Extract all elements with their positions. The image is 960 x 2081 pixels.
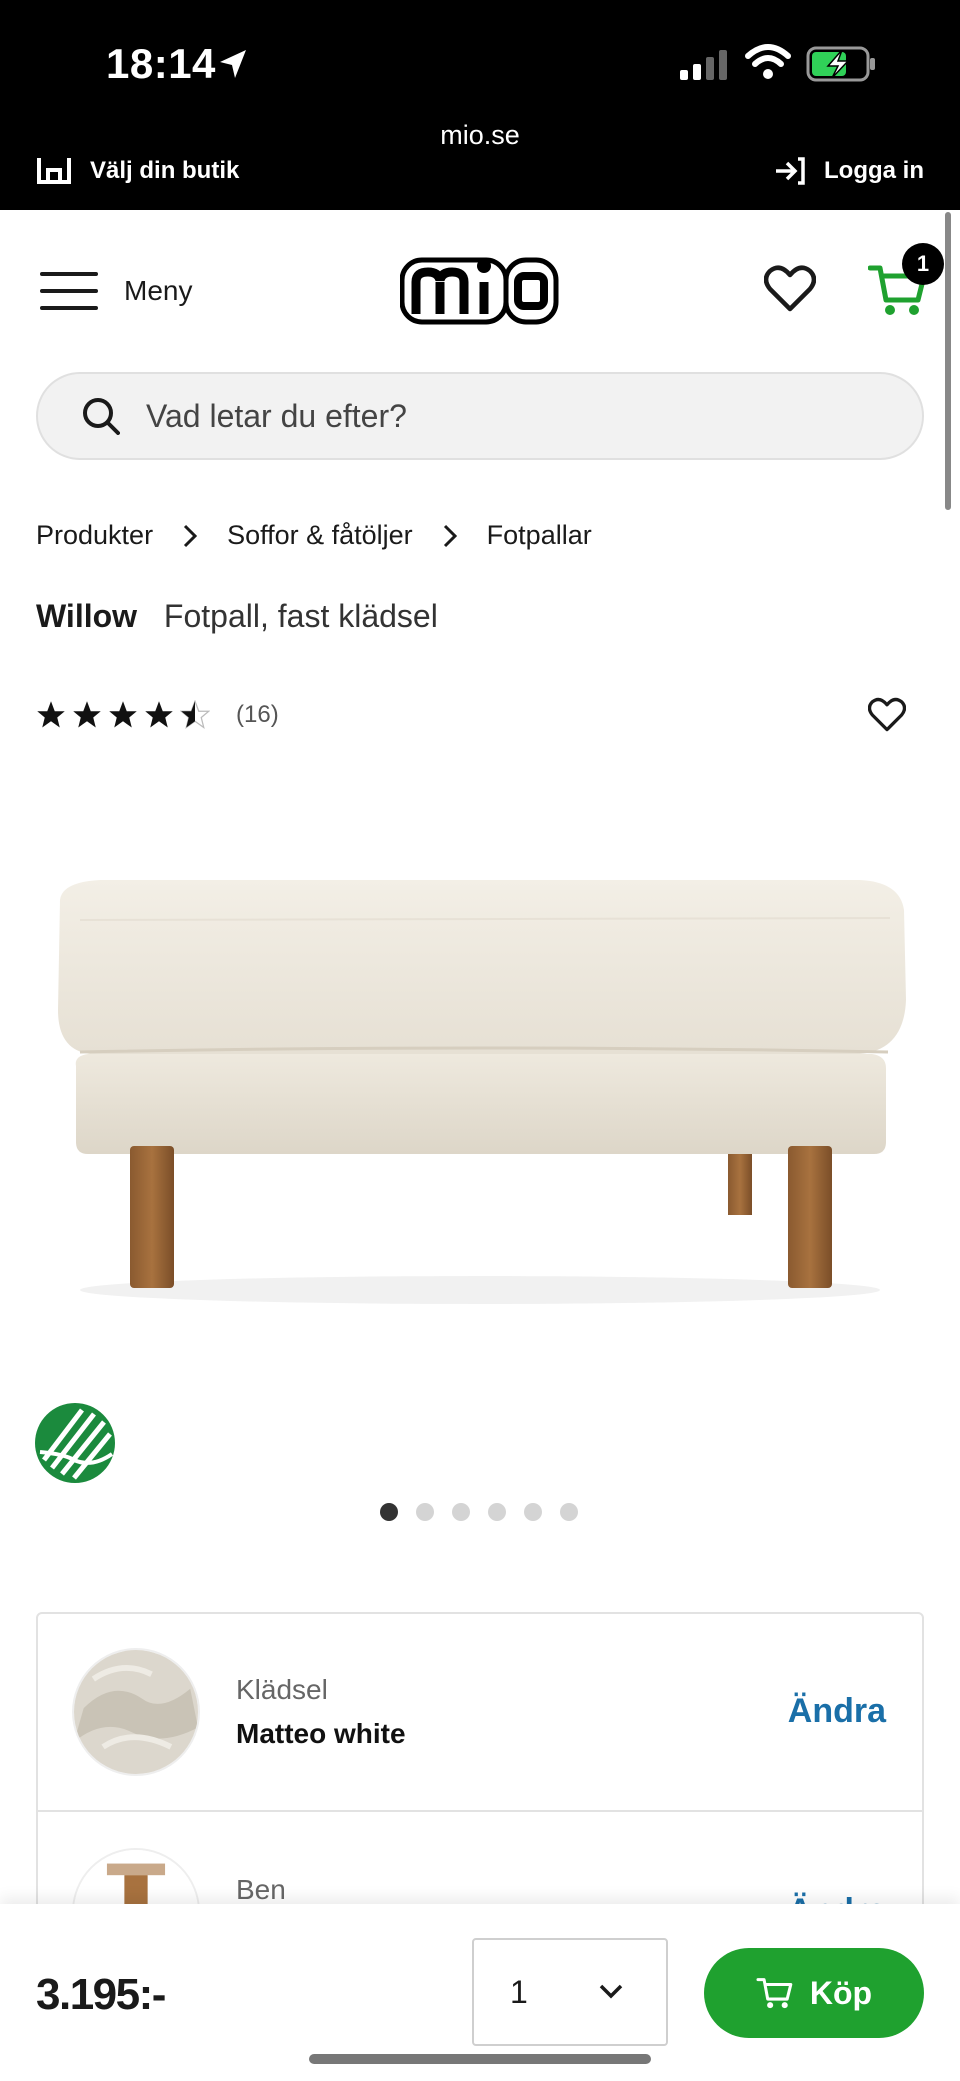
- buy-label: Köp: [809, 1974, 873, 2011]
- login-label: Logga in: [824, 157, 924, 184]
- breadcrumb: Produkter Soffor & fåtöljer Fotpallar: [36, 520, 592, 551]
- store-selector[interactable]: Välj din butik: [36, 156, 239, 186]
- carousel-dot[interactable]: [560, 1503, 578, 1521]
- product-description: Fotpall, fast klädsel: [163, 598, 438, 634]
- wishlist-heart-icon[interactable]: [764, 265, 816, 313]
- store-icon: [37, 158, 71, 184]
- site-header: Meny: [0, 210, 960, 370]
- quantity-select[interactable]: 1: [472, 1938, 668, 2046]
- search-input[interactable]: [146, 397, 846, 435]
- home-indicator[interactable]: [309, 2054, 651, 2064]
- product-brand: Willow: [36, 598, 138, 634]
- carousel-dot[interactable]: [524, 1503, 542, 1521]
- wifi-icon: [745, 44, 791, 79]
- review-count[interactable]: (16): [236, 701, 279, 729]
- carousel-dot[interactable]: [380, 1503, 398, 1521]
- carousel-dot[interactable]: [452, 1503, 470, 1521]
- config-value-upholstery: Matteo white: [236, 1718, 406, 1749]
- product-price: 3.195:-: [36, 1970, 166, 2019]
- page-title: Willow Fotpall, fast klädsel: [36, 598, 438, 635]
- hamburger-icon: [40, 272, 98, 310]
- star-icon: [145, 701, 173, 728]
- change-upholstery-link[interactable]: Ändra: [788, 1692, 886, 1731]
- search-bar[interactable]: [36, 372, 924, 460]
- product-rating[interactable]: (16): [36, 700, 279, 730]
- star-icon: [109, 701, 137, 728]
- fabric-swatch-image: [72, 1648, 200, 1776]
- breadcrumb-item-soffor[interactable]: Soffor & fåtöljer: [227, 520, 413, 551]
- chevron-down-icon: [599, 1984, 623, 1999]
- star-icon: [37, 701, 65, 728]
- store-label: Välj din butik: [90, 157, 240, 184]
- search-icon: [83, 398, 120, 435]
- buy-button[interactable]: Köp: [704, 1948, 924, 2038]
- quantity-value: 1: [510, 1973, 528, 2010]
- carousel-dot[interactable]: [488, 1503, 506, 1521]
- login-link[interactable]: Logga in: [772, 156, 924, 186]
- favorite-heart-icon[interactable]: [868, 697, 906, 733]
- config-row-upholstery[interactable]: Klädsel Matteo white Ändra: [38, 1614, 922, 1812]
- chevron-right-icon: [443, 524, 457, 548]
- menu-label: Meny: [124, 275, 193, 306]
- scrollbar[interactable]: [945, 212, 951, 510]
- menu-button[interactable]: Meny: [40, 270, 192, 312]
- chevron-right-icon: [183, 524, 198, 548]
- config-label-upholstery: Klädsel: [236, 1674, 328, 1705]
- config-label-legs: Ben: [236, 1874, 286, 1905]
- carousel-dot[interactable]: [416, 1503, 434, 1521]
- status-time: 18:14: [106, 40, 216, 87]
- star-half-icon: [180, 700, 210, 729]
- cart-icon: [756, 1978, 793, 2009]
- image-carousel-dots: [380, 1503, 578, 1521]
- mio-logo[interactable]: [400, 252, 560, 326]
- swan-ecolabel-icon: [35, 1403, 115, 1483]
- url-bar[interactable]: mio.se: [0, 120, 960, 151]
- location-arrow-icon: [220, 50, 246, 78]
- battery-charging-icon: [806, 46, 875, 82]
- star-icon: [73, 701, 101, 728]
- cart-count-badge: 1: [902, 243, 944, 285]
- breadcrumb-item-produkter[interactable]: Produkter: [36, 520, 153, 551]
- login-icon: [776, 157, 805, 185]
- breadcrumb-item-fotpallar[interactable]: Fotpallar: [487, 520, 592, 551]
- status-bar: 18:14 mio.se Välj din butik Logga in: [0, 0, 960, 210]
- signal-icon: [680, 50, 727, 80]
- product-image-footstool[interactable]: [40, 820, 920, 1340]
